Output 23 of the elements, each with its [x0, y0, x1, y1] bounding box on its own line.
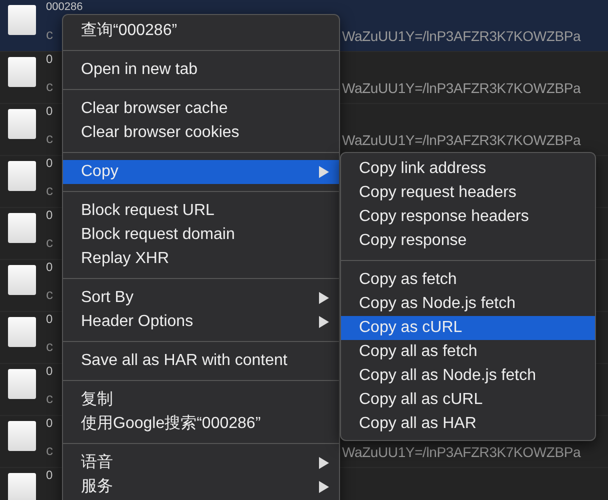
request-detail: c: [46, 78, 53, 94]
request-detail: c: [46, 286, 53, 302]
request-name: 000286: [46, 1, 83, 15]
request-name: 0: [46, 469, 53, 483]
request-detail: c: [46, 390, 53, 406]
request-detail: c: [46, 182, 53, 198]
request-url: WaZuUU1Y=/lnP3AFZR3K7KOWZBPa: [342, 28, 581, 44]
request-name: 0: [46, 157, 53, 171]
request-url: WaZuUU1Y=/lnP3AFZR3K7KOWZBPa: [342, 444, 581, 460]
request-name: 0: [46, 313, 53, 327]
request-detail: c: [46, 442, 53, 458]
request-url: WaZuUU1Y=/lnP3AFZR3K7KOWZBPa: [342, 132, 581, 148]
request-detail: c: [46, 130, 53, 146]
request-name: 0: [46, 417, 53, 431]
request-name: 0: [46, 105, 53, 119]
request-detail: c: [46, 26, 53, 42]
request-detail: c: [46, 234, 53, 250]
request-url: WaZuUU1Y=/lnP3AFZR3K7KOWZBPa: [342, 80, 581, 96]
request-detail: c: [46, 338, 53, 354]
request-name: 0: [46, 53, 53, 67]
request-name: 0: [46, 209, 53, 223]
request-name: 0: [46, 365, 53, 379]
request-name: 0: [46, 261, 53, 275]
